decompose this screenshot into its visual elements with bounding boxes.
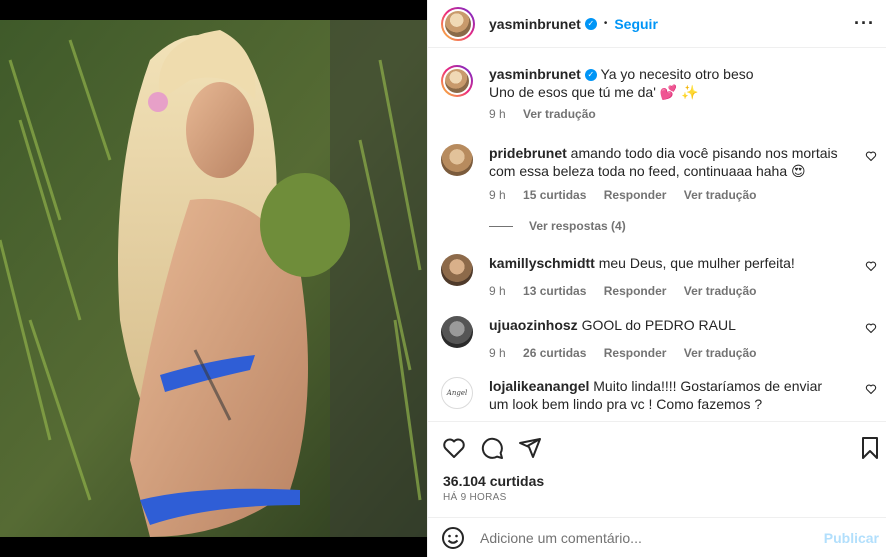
emoji-icon[interactable] [441, 526, 465, 550]
replies-line [489, 225, 513, 227]
post-photo [0, 20, 427, 537]
verified-badge-icon: ✓ [584, 69, 597, 82]
follow-button[interactable]: Seguir [614, 16, 658, 32]
view-replies-label[interactable]: Ver respostas (4) [529, 219, 626, 233]
comment-time: 9 h [489, 188, 506, 202]
comment-text: GOOL do PEDRO RAUL [581, 317, 736, 333]
reply-button[interactable]: Responder [604, 284, 667, 298]
comment-avatar[interactable] [441, 144, 473, 176]
translate-link[interactable]: Ver tradução [684, 346, 757, 360]
comment-time: 9 h [489, 284, 506, 298]
comment-likes[interactable]: 13 curtidas [523, 284, 586, 298]
comment-avatar[interactable]: Angel [441, 377, 473, 409]
comment-time: 9 h [489, 346, 506, 360]
author-avatar[interactable] [441, 6, 475, 41]
caption-translate-link[interactable]: Ver tradução [523, 107, 596, 121]
comment-item: ujuaozinhosz GOOL do PEDRO RAUL 9 h 26 c… [441, 316, 881, 366]
caption-line-1: Ya yo necesito otro beso [600, 66, 754, 82]
caption-username[interactable]: yasminbrunet [489, 66, 581, 82]
post-timestamp[interactable]: HÁ 9 HORAS [443, 492, 507, 503]
comment-item: Angel lojalikeanangel Muito linda!!!! Go… [441, 377, 881, 421]
publish-button[interactable]: Publicar [824, 530, 879, 546]
caption: yasminbrunet ✓ Ya yo necesito otro beso U… [441, 65, 881, 125]
reply-button[interactable]: Responder [604, 346, 667, 360]
like-comment-heart-icon[interactable] [865, 260, 877, 272]
comment-likes[interactable]: 15 curtidas [523, 188, 586, 202]
like-count[interactable]: 36.104 curtidas [443, 473, 544, 489]
post-header: yasminbrunet ✓ • Seguir ··· [428, 0, 886, 48]
share-send-icon[interactable] [518, 436, 542, 460]
action-bar: 36.104 curtidas HÁ 9 HORAS [428, 421, 886, 516]
caption-avatar[interactable] [441, 65, 473, 97]
caption-time: 9 h [489, 107, 506, 121]
post-media[interactable] [0, 0, 427, 557]
view-replies-button[interactable]: Ver respostas (4) [489, 219, 626, 233]
separator-dot: • [603, 18, 608, 29]
like-comment-heart-icon[interactable] [865, 383, 877, 395]
translate-link[interactable]: Ver tradução [684, 188, 757, 202]
comment-avatar[interactable] [441, 254, 473, 286]
save-bookmark-icon[interactable] [858, 436, 882, 460]
comment-input[interactable] [480, 526, 780, 550]
reply-button[interactable]: Responder [604, 188, 667, 202]
avatar-logo-text: Angel [446, 389, 468, 397]
like-comment-heart-icon[interactable] [865, 322, 877, 334]
more-options-icon[interactable]: ··· [854, 14, 875, 32]
comment-bubble-icon[interactable] [480, 436, 504, 460]
post-sidebar: yasminbrunet ✓ • Seguir ··· yasminbrunet… [427, 0, 886, 557]
comment-username[interactable]: kamillyschmidtt [489, 255, 595, 271]
comment-item: kamillyschmidtt meu Deus, que mulher per… [441, 254, 881, 304]
comment-avatar[interactable] [441, 316, 473, 348]
like-heart-icon[interactable] [442, 436, 466, 460]
comment-username[interactable]: pridebrunet [489, 145, 567, 161]
comment-username[interactable]: ujuaozinhosz [489, 317, 578, 333]
comment-text: meu Deus, que mulher perfeita! [598, 255, 795, 271]
comments-list[interactable]: yasminbrunet ✓ Ya yo necesito otro beso U… [428, 49, 886, 421]
comment-username[interactable]: lojalikeanangel [489, 378, 589, 394]
verified-badge-icon: ✓ [584, 17, 597, 30]
like-comment-heart-icon[interactable] [865, 150, 877, 162]
translate-link[interactable]: Ver tradução [684, 284, 757, 298]
comment-item: pridebrunet amando todo dia você pisando… [441, 144, 881, 224]
add-comment-bar: Publicar [428, 517, 886, 557]
comment-likes[interactable]: 26 curtidas [523, 346, 586, 360]
author-username[interactable]: yasminbrunet [489, 16, 581, 32]
caption-line-2: Uno de esos que tú me da' 💕 ✨ [489, 84, 699, 100]
